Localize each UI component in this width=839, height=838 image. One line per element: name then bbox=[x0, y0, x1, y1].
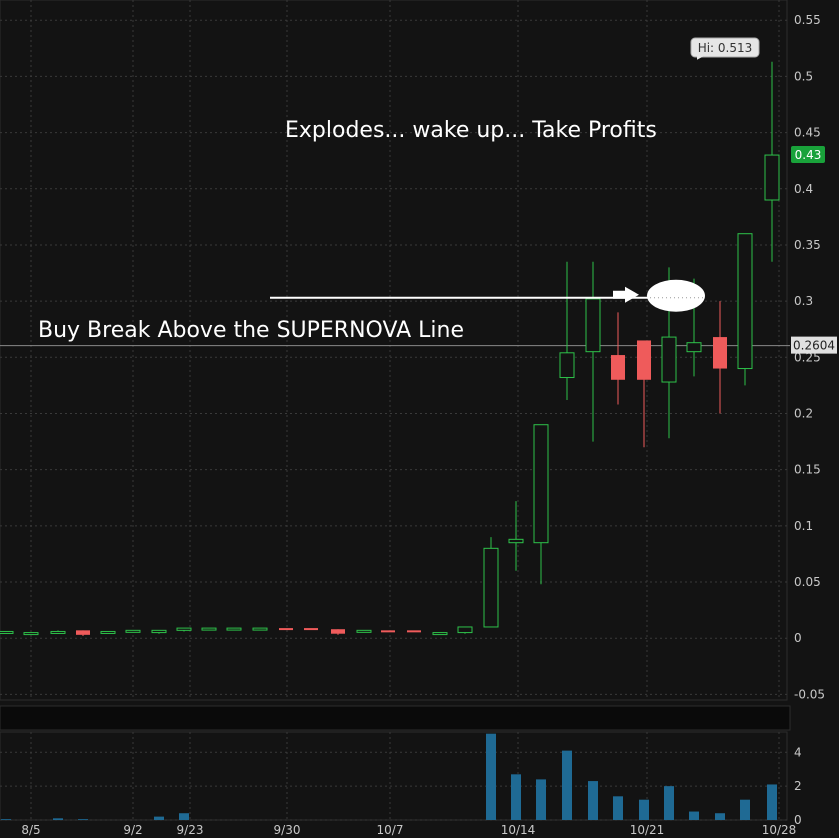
candle-body bbox=[713, 337, 727, 369]
volume-tick-label: 4 bbox=[794, 745, 802, 759]
volume-bar bbox=[486, 733, 496, 820]
candle-body bbox=[125, 629, 141, 633]
candle-body bbox=[407, 630, 421, 633]
candle-body bbox=[201, 627, 217, 631]
y-tick-label: 0.3 bbox=[794, 294, 813, 308]
x-tick-label: 10/14 bbox=[501, 823, 536, 837]
y-tick-label: 0.5 bbox=[794, 69, 813, 83]
volume-bar bbox=[78, 819, 88, 820]
candle-body bbox=[356, 629, 372, 633]
candle-body bbox=[381, 630, 395, 633]
y-tick-label: 0 bbox=[794, 631, 802, 645]
volume-bar bbox=[740, 799, 750, 820]
candle-body bbox=[279, 628, 293, 631]
candle-body bbox=[559, 352, 575, 379]
candle-body bbox=[252, 627, 268, 631]
y-tick-label: 0.35 bbox=[794, 238, 821, 252]
volume-bar bbox=[179, 813, 189, 820]
volume-bar bbox=[588, 781, 598, 820]
candle-body bbox=[0, 630, 14, 634]
volume-bar bbox=[511, 774, 521, 820]
candle-body bbox=[23, 632, 39, 636]
x-tick-label: 10/21 bbox=[630, 823, 665, 837]
volume-bar bbox=[562, 750, 572, 820]
panel-separator bbox=[0, 705, 791, 731]
candle-body bbox=[176, 627, 192, 631]
candle-body bbox=[637, 340, 651, 380]
x-tick-label: 9/2 bbox=[123, 823, 142, 837]
volume-tick-label: 0 bbox=[794, 813, 802, 827]
candle-body bbox=[432, 632, 448, 636]
y-tick-label: 0.2 bbox=[794, 406, 813, 420]
x-tick-label: 9/23 bbox=[177, 823, 204, 837]
candle-body bbox=[737, 233, 753, 370]
candle-body bbox=[483, 547, 499, 628]
volume-bar bbox=[664, 786, 674, 820]
candle-body bbox=[764, 154, 780, 201]
arrow-shaft bbox=[613, 290, 627, 299]
y-tick-label: 0.05 bbox=[794, 575, 821, 589]
crosshair-price-label: 0.2604 bbox=[793, 339, 835, 353]
y-tick-label: 0.45 bbox=[794, 126, 821, 140]
y-tick-label: -0.05 bbox=[794, 687, 825, 701]
chart-window: 0.55 0.5 0.45 0.4 0.35 0.3 0.25 0.2 0.15 0.1 0.05 0… bbox=[0, 0, 839, 838]
volume-bar bbox=[613, 796, 623, 820]
volume-bar bbox=[53, 818, 63, 820]
candle-body bbox=[611, 355, 625, 380]
volume-bar bbox=[1, 819, 11, 820]
annotation-take-profits: Explodes... wake up... Take Profits bbox=[285, 118, 657, 143]
y-tick-label: 0.4 bbox=[794, 182, 813, 196]
candle-body bbox=[457, 626, 473, 634]
candle-body bbox=[100, 630, 116, 634]
y-tick-label: 0.1 bbox=[794, 519, 813, 533]
volume-bar bbox=[154, 816, 164, 820]
candle-body bbox=[331, 629, 345, 634]
candle-body bbox=[50, 630, 66, 634]
candle-body bbox=[686, 342, 702, 353]
x-tick-label: 10/7 bbox=[377, 823, 404, 837]
candle-body bbox=[533, 424, 549, 544]
hi-label: Hi: 0.513 bbox=[698, 41, 753, 55]
annotation-supernova-line: Buy Break Above the SUPERNOVA Line bbox=[38, 318, 465, 343]
arrow-head bbox=[625, 286, 639, 303]
candle-body bbox=[661, 336, 677, 383]
volume-bar bbox=[715, 813, 725, 820]
candle-body bbox=[151, 629, 167, 634]
volume-tick-label: 2 bbox=[794, 779, 802, 793]
y-tick-label: 0.55 bbox=[794, 13, 821, 27]
last-price-label: 0.43 bbox=[795, 148, 822, 162]
candle-body bbox=[76, 630, 90, 635]
volume-bar bbox=[639, 799, 649, 820]
volume-bar bbox=[689, 811, 699, 820]
candle-body bbox=[508, 538, 524, 544]
candle-body bbox=[304, 628, 318, 631]
candle-body bbox=[585, 298, 601, 353]
volume-bar bbox=[536, 779, 546, 820]
volume-bar bbox=[767, 784, 777, 820]
candle-body bbox=[226, 627, 242, 631]
breakout-ellipse bbox=[647, 279, 705, 312]
y-tick-label: 0.15 bbox=[794, 463, 821, 477]
x-tick-label: 8/5 bbox=[21, 823, 40, 837]
x-tick-label: 9/30 bbox=[274, 823, 301, 837]
x-tick-label: 10/28 bbox=[762, 823, 797, 837]
